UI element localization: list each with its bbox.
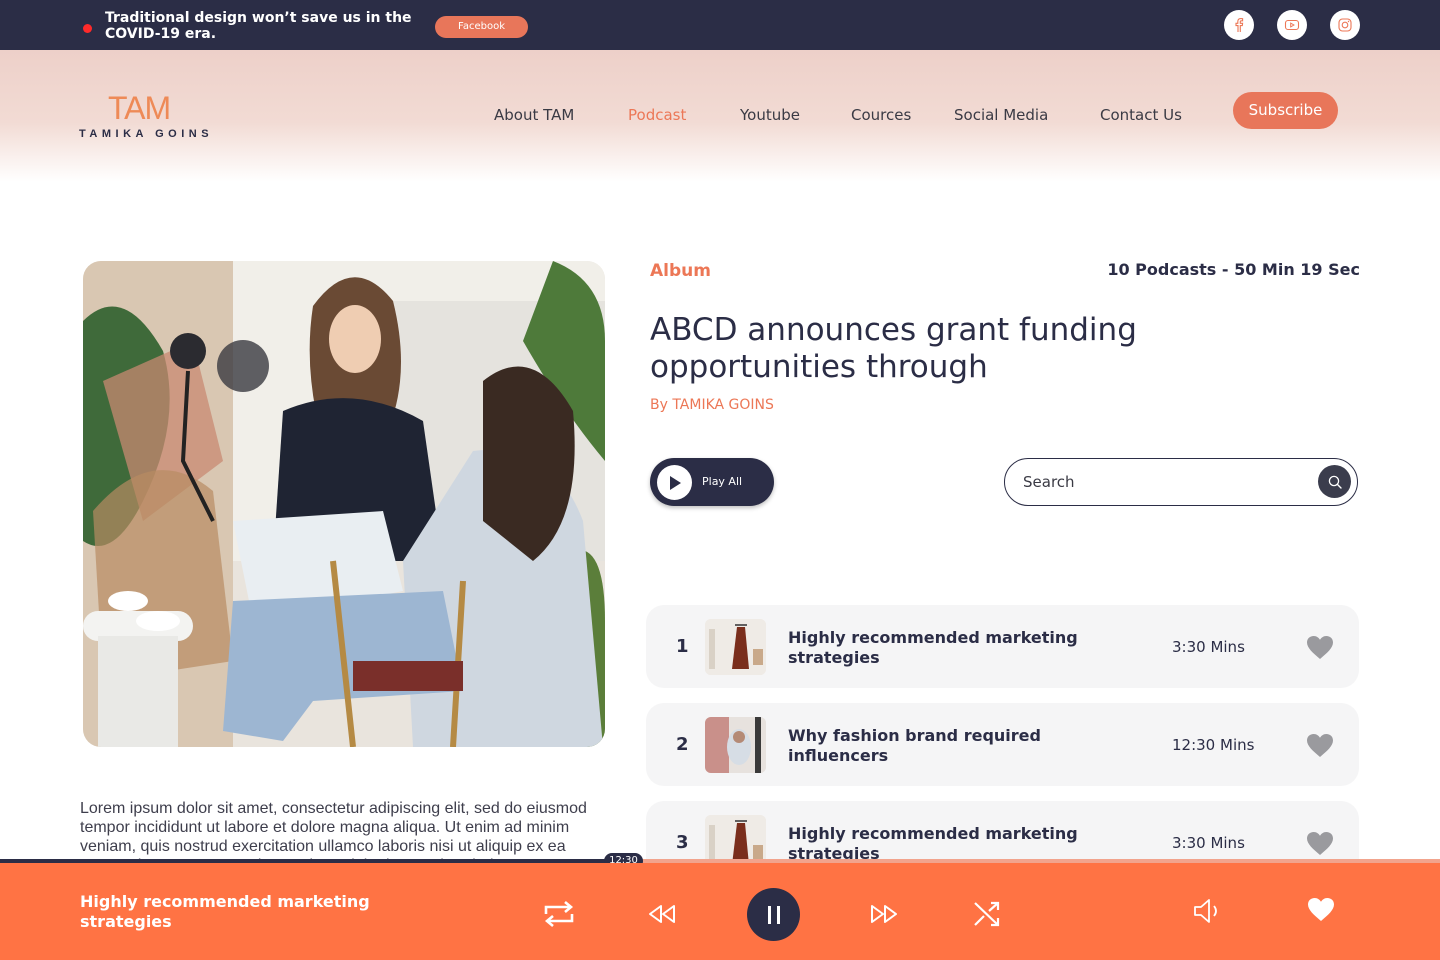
youtube-icon[interactable]: [1277, 10, 1307, 40]
play-all-label: Play All: [702, 475, 743, 488]
search-icon[interactable]: [1318, 465, 1351, 498]
subscribe-button[interactable]: Subscribe: [1233, 92, 1338, 129]
track-list: 1 Highly recommended marketing strategie…: [646, 605, 1360, 862]
album-title: ABCD announces grant funding opportuniti…: [650, 312, 1137, 385]
nav-item-contact[interactable]: Contact Us: [1100, 106, 1182, 124]
pause-button[interactable]: [747, 888, 800, 941]
player-bar: Highly recommended marketing strategies: [0, 863, 1440, 960]
album-description: Lorem ipsum dolor sit amet, consectetur …: [80, 800, 587, 861]
logo-mark: TAM: [108, 90, 171, 126]
track-duration: 12:30 Mins: [1172, 736, 1255, 754]
volume-icon[interactable]: [1192, 896, 1222, 926]
album-cover-image: [83, 261, 605, 747]
track-row[interactable]: 2 Why fashion brand required influencers…: [646, 703, 1359, 786]
favorite-heart-icon[interactable]: [1307, 896, 1335, 922]
rewind-icon[interactable]: [647, 903, 677, 925]
nav-item-youtube[interactable]: Youtube: [740, 106, 800, 124]
live-dot-icon: [83, 24, 92, 33]
logo-name: TAMIKA GOINS: [79, 128, 214, 140]
fast-forward-icon[interactable]: [869, 903, 899, 925]
heart-icon[interactable]: [1306, 831, 1334, 856]
track-row[interactable]: 3 Highly recommended marketing strategie…: [646, 801, 1359, 862]
track-duration: 3:30 Mins: [1172, 834, 1245, 852]
track-title: Highly recommended marketing strategies: [788, 628, 1078, 667]
track-row[interactable]: 1 Highly recommended marketing strategie…: [646, 605, 1359, 688]
heart-icon[interactable]: [1306, 733, 1334, 758]
repeat-icon[interactable]: [541, 899, 577, 929]
nav-item-podcast[interactable]: Podcast: [628, 106, 686, 124]
track-thumbnail: [705, 717, 766, 773]
facebook-pill-button[interactable]: Facebook: [435, 16, 528, 38]
nav-item-about[interactable]: About TAM: [494, 106, 574, 124]
track-title: Why fashion brand required influencers: [788, 726, 1041, 765]
track-number: 1: [676, 636, 689, 657]
shuffle-icon[interactable]: [972, 899, 1002, 929]
heart-icon[interactable]: [1306, 635, 1334, 660]
search-input[interactable]: [1023, 470, 1303, 494]
track-duration: 3:30 Mins: [1172, 638, 1245, 656]
album-meta: 10 Podcasts - 50 Min 19 Sec: [1107, 260, 1360, 279]
album-label: Album: [650, 261, 711, 281]
track-number: 3: [676, 832, 689, 853]
track-thumbnail: [705, 815, 766, 862]
track-thumbnail: [705, 619, 766, 675]
facebook-icon[interactable]: [1224, 10, 1254, 40]
site-logo[interactable]: TAM TAMIKA GOINS: [79, 90, 219, 142]
play-icon: [657, 465, 692, 500]
nav-item-social-media[interactable]: Social Media: [954, 106, 1048, 124]
now-playing-title: Highly recommended marketing strategies: [80, 892, 370, 931]
pause-icon: [767, 905, 780, 924]
nav-item-courses[interactable]: Cources: [851, 106, 911, 124]
album-author[interactable]: By TAMIKA GOINS: [650, 397, 774, 413]
announcement-bar: Traditional design won’t save us in the …: [0, 0, 1440, 50]
announcement-text: Traditional design won’t save us in the …: [105, 10, 412, 42]
search-box: [1004, 458, 1358, 506]
track-number: 2: [676, 734, 689, 755]
play-all-button[interactable]: Play All: [650, 458, 774, 506]
instagram-icon[interactable]: [1330, 10, 1360, 40]
track-title: Highly recommended marketing strategies: [788, 824, 1078, 862]
